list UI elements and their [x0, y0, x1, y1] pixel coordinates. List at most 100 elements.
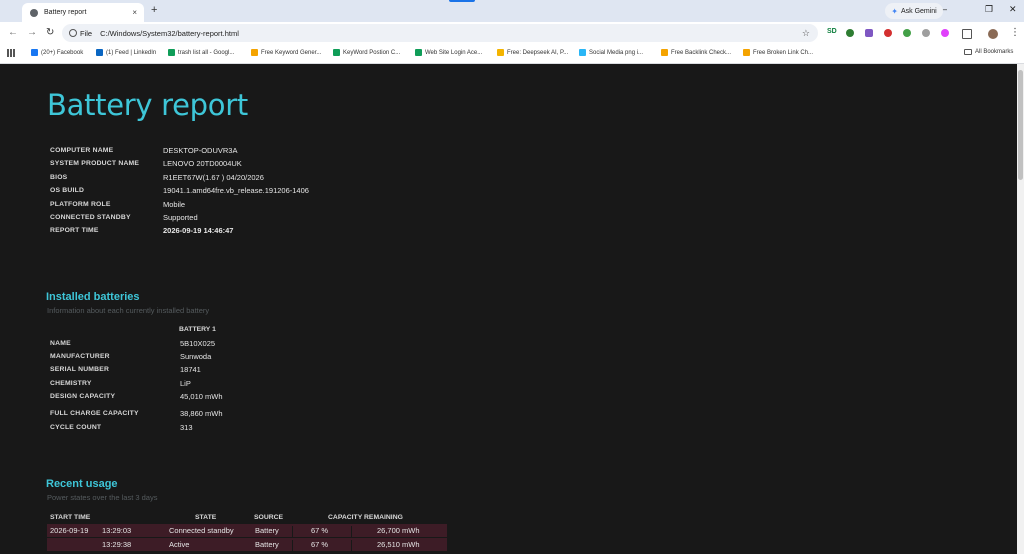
new-tab-button[interactable]: + [151, 4, 157, 16]
address-url[interactable]: C:/Windows/System32/battery-report.html [100, 29, 802, 38]
system-info-value: Mobile [163, 200, 186, 209]
tab-title: Battery report [44, 9, 87, 16]
battery-info-key: FULL CHARGE CAPACITY [50, 410, 139, 417]
all-bookmarks-label: All Bookmarks [975, 49, 1014, 55]
scrollbar-thumb[interactable] [1018, 70, 1023, 180]
close-tab-icon[interactable]: × [132, 8, 137, 17]
usage-cell-time: 13:29:03 [102, 526, 132, 535]
bookmark-item[interactable]: trash list all - Googl... [168, 49, 234, 56]
bookmarks-bar: (20+) Facebook (1) Feed | LinkedIn trash l… [0, 44, 1024, 64]
all-bookmarks-button[interactable]: All Bookmarks [964, 49, 1013, 55]
usage-cell-time: 13:29:38 [102, 540, 132, 549]
puzzle-extensions-icon[interactable] [962, 29, 972, 39]
bookmark-item[interactable]: Free Keyword Gener... [251, 49, 321, 56]
profile-avatar[interactable] [988, 29, 998, 39]
system-info-value: 19041.1.amd64fre.vb_release.191206-1406 [163, 186, 309, 195]
battery-info-value: 313 [180, 423, 193, 432]
installed-batteries-subtitle: Information about each currently install… [47, 306, 210, 315]
system-info-key: SYSTEM PRODUCT NAME [50, 160, 140, 167]
ask-gemini-label: Ask Gemini [900, 7, 937, 15]
extension-icon[interactable] [884, 29, 892, 37]
bookmark-label: Social Media png i... [589, 49, 644, 56]
reload-icon[interactable]: ↻ [46, 27, 54, 38]
close-window-button[interactable]: ✕ [1009, 4, 1017, 15]
bookmark-item[interactable]: Free Broken Link Ch... [743, 49, 813, 56]
bookmark-label: (20+) Facebook [41, 49, 84, 56]
bookmark-favicon-icon [31, 49, 38, 56]
bookmark-item[interactable]: Social Media png i... [579, 49, 643, 56]
usage-cell-source: Battery [255, 540, 279, 549]
battery-info-value: LiP [180, 379, 191, 388]
col-capacity-remaining: CAPACITY REMAINING [328, 514, 403, 521]
system-info-key: COMPUTER NAME [50, 147, 114, 154]
battery-info-value: 5B10X025 [180, 339, 216, 348]
usage-cell-mwh: 26,700 mWh [377, 526, 420, 535]
col-state: STATE [195, 514, 217, 521]
bookmark-label: (1) Feed | LinkedIn [106, 49, 157, 56]
bookmark-label: Web Site Login Ace... [425, 49, 483, 56]
extension-icon[interactable] [903, 29, 911, 37]
usage-cell-percent: 67 % [311, 526, 329, 535]
bookmark-label: KeyWord Postion C... [343, 49, 401, 56]
bookmark-label: trash list all - Googl... [178, 49, 235, 56]
bookmark-label: Free Keyword Gener... [261, 49, 322, 56]
site-info-icon[interactable] [69, 29, 77, 37]
bookmark-favicon-icon [661, 49, 668, 56]
bookmark-item[interactable]: Free Backlink Check... [661, 49, 731, 56]
usage-cell-percent: 67 % [311, 540, 329, 549]
system-info-value: 2026-09-19 14:46:47 [163, 226, 234, 235]
tab-strip: Battery report × + — ❐ ✕ [0, 0, 1024, 22]
globe-icon [30, 8, 38, 17]
usage-cell-date: 2026-09-19 [50, 526, 89, 535]
battery-info-key: CHEMISTRY [50, 380, 92, 387]
browser-toolbar: ← → ↻ File C:/Windows/System32/battery-r… [0, 22, 1024, 44]
battery-column-header: BATTERY 1 [179, 326, 216, 333]
system-info-key: BIOS [50, 174, 68, 181]
battery-info-key: MANUFACTURER [50, 353, 110, 360]
address-bar[interactable]: File C:/Windows/System32/battery-report.… [62, 24, 818, 42]
tab-battery-report[interactable]: Battery report × [22, 3, 144, 22]
tab-search-indicator [449, 0, 475, 2]
battery-info-key: SERIAL NUMBER [50, 366, 110, 373]
ask-gemini-button[interactable]: ✦ Ask Gemini [885, 3, 943, 19]
bookmark-favicon-icon [579, 49, 586, 56]
bookmark-item[interactable]: KeyWord Postion C... [333, 49, 400, 56]
bookmark-item[interactable]: (1) Feed | LinkedIn [96, 49, 156, 56]
apps-grid-icon[interactable] [7, 49, 15, 57]
bookmark-star-icon[interactable]: ☆ [802, 28, 810, 39]
battery-info-key: DESIGN CAPACITY [50, 393, 116, 400]
column-divider [351, 540, 352, 553]
usage-table-row: 13:29:38 Active Battery 67 % 26,510 mWh [47, 538, 447, 553]
system-info-value: LENOVO 20TD0004UK [163, 159, 242, 168]
system-info-value: R1EET67W(1.67 ) 04/20/2026 [163, 173, 264, 182]
bookmark-favicon-icon [96, 49, 103, 56]
extension-icon[interactable] [865, 29, 873, 37]
extension-icon[interactable] [941, 29, 949, 37]
page-scrollbar[interactable] [1017, 64, 1024, 554]
system-info-key: PLATFORM ROLE [50, 201, 111, 208]
bookmark-label: Free Broken Link Ch... [753, 49, 814, 56]
bookmark-item[interactable]: Free: Deepseek AI, P... [497, 49, 568, 56]
extension-icon[interactable] [846, 29, 854, 37]
usage-cell-state: Connected standby [169, 526, 234, 535]
bookmark-item[interactable]: Web Site Login Ace... [415, 49, 482, 56]
back-icon[interactable]: ← [8, 27, 18, 38]
forward-icon[interactable]: → [27, 27, 37, 38]
extension-icon[interactable] [922, 29, 930, 37]
menu-icon[interactable]: ⋮ [1010, 27, 1020, 38]
battery-info-key: CYCLE COUNT [50, 424, 102, 431]
bookmark-favicon-icon [497, 49, 504, 56]
bookmark-label: Free Backlink Check... [671, 49, 732, 56]
battery-info-value: Sunwoda [180, 352, 212, 361]
report-page: Battery report COMPUTER NAME DESKTOP-ODUV… [0, 64, 1017, 554]
col-source: SOURCE [254, 514, 284, 521]
bookmark-favicon-icon [333, 49, 340, 56]
usage-table-row: 2026-09-19 13:29:03 Connected standby Batte… [47, 524, 447, 539]
battery-info-key: NAME [50, 340, 71, 347]
bookmark-favicon-icon [743, 49, 750, 56]
restore-button[interactable]: ❐ [985, 4, 993, 15]
bookmark-item[interactable]: (20+) Facebook [31, 49, 83, 56]
system-info-value: DESKTOP-ODUVR3A [163, 146, 238, 155]
extension-sd-icon[interactable]: SD [827, 28, 837, 35]
bookmark-label: Free: Deepseek AI, P... [507, 49, 569, 56]
